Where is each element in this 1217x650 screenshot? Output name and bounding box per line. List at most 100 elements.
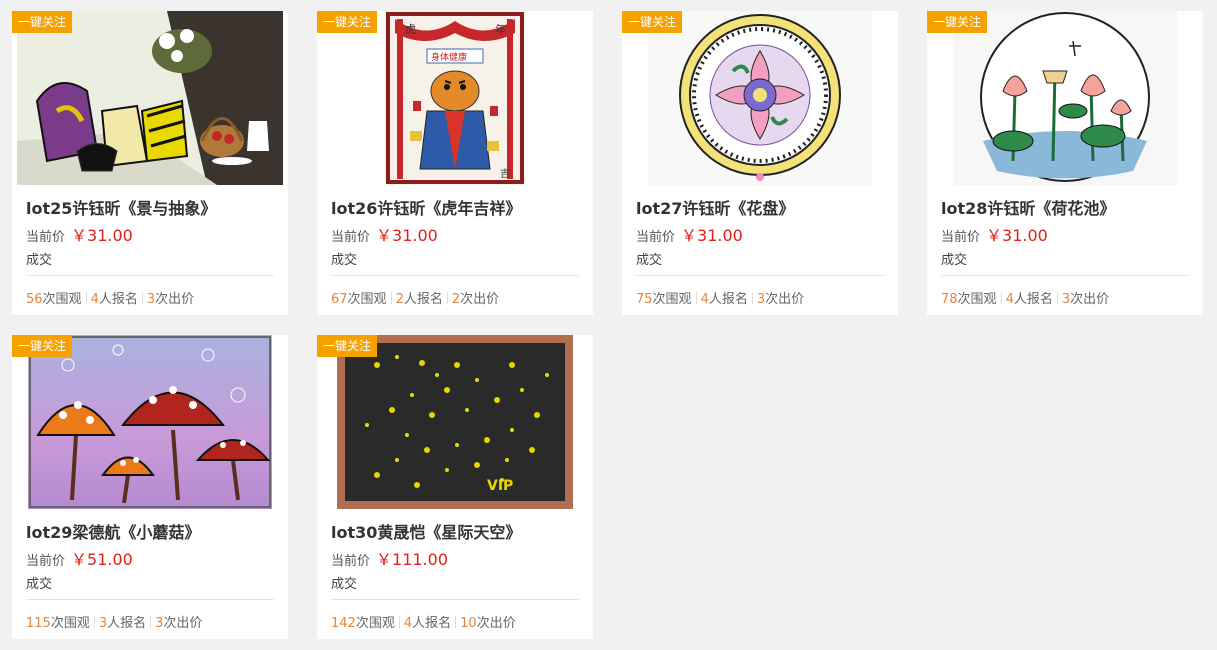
views-label: 次围观 [42,292,82,307]
lot-stats: 78次围观 4人报名 3次出价 [941,288,1109,307]
lot-title[interactable]: lot26许钰昕《虎年吉祥》 [331,195,521,219]
views-label: 次围观 [652,292,692,307]
stat-separator [1000,292,1002,304]
stat-separator [455,616,457,628]
bids-label: 次出价 [1070,292,1110,307]
follow-badge[interactable]: 一键关注 [622,11,683,33]
bids-label: 次出价 [155,292,195,307]
still-life-artwork [17,11,283,185]
lot-image[interactable] [927,11,1203,185]
stat-separator [85,292,87,304]
tiger-artwork: 虎 年 身体健康 吉 [385,11,525,185]
divider [331,275,579,276]
lot-card[interactable]: 一键关注 lot29梁德航《小蘑菇》 当前价 ￥51.00 成交 115次围观 3人… [12,335,288,639]
views-count: 142 [331,616,356,631]
bids-label: 次出价 [163,616,203,631]
bids-label: 次出价 [765,292,805,307]
stat-separator [446,292,448,304]
bids-label: 次出价 [460,292,500,307]
signups-count: 4 [1005,292,1014,307]
views-label: 次围观 [355,616,395,631]
follow-badge[interactable]: 一键关注 [317,335,378,357]
stat-separator [93,616,95,628]
divider [26,275,274,276]
current-price: ￥111.00 [376,550,449,569]
art-text: VIP [487,478,513,494]
lot-image[interactable]: 虎 年 身体健康 吉 [317,11,593,185]
lot-title[interactable]: lot27许钰昕《花盘》 [636,195,794,219]
bids-count: 10 [460,616,477,631]
views-count: 67 [331,292,348,307]
lot-stats: 115次围观 3人报名 3次出价 [26,612,202,631]
lot-card[interactable]: 虎 年 身体健康 吉 一键关注 lot26许钰昕《虎年吉祥》 当前价 ￥31.00… [317,11,593,315]
mushroom-artwork [28,335,272,509]
price-prefix: 当前价 [26,554,66,569]
starry-sky-artwork: VIP [337,335,573,509]
lot-image[interactable] [12,335,288,509]
status-text: 成交 [26,577,53,592]
status-text: 成交 [636,253,663,268]
bids-count: 3 [756,292,766,307]
lot-title[interactable]: lot28许钰昕《荷花池》 [941,195,1115,219]
stat-separator [398,616,400,628]
lot-card[interactable]: 一键关注 lot27许钰昕《花盘》 当前价 ￥31.00 成交 75次围观 4人报名… [622,11,898,315]
lot-stats: 75次围观 4人报名 3次出价 [636,288,804,307]
signups-label: 人报名 [708,292,748,307]
art-text: 虎 [405,23,416,36]
views-count: 56 [26,292,43,307]
views-count: 78 [941,292,958,307]
lot-stats: 142次围观 4人报名 10次出价 [331,612,516,631]
current-price: ￥31.00 [376,226,438,245]
lot-title[interactable]: lot29梁德航《小蘑菇》 [26,519,200,543]
price-prefix: 当前价 [26,230,66,245]
follow-badge[interactable]: 一键关注 [927,11,988,33]
lot-title[interactable]: lot25许钰昕《景与抽象》 [26,195,216,219]
signups-label: 人报名 [98,292,138,307]
signups-count: 2 [395,292,404,307]
art-text: 吉 [500,168,510,180]
signups-count: 3 [98,616,108,631]
status-text: 成交 [331,577,358,592]
price-prefix: 当前价 [941,230,981,245]
signups-label: 人报名 [1013,292,1053,307]
bids-label: 次出价 [476,616,516,631]
stat-separator [141,292,143,304]
current-price: ￥31.00 [986,226,1048,245]
current-price: ￥31.00 [71,226,133,245]
price-prefix: 当前价 [636,230,676,245]
views-count: 115 [26,616,51,631]
lot-image[interactable] [12,11,288,185]
follow-badge[interactable]: 一键关注 [317,11,378,33]
signups-label: 人报名 [412,616,452,631]
price-prefix: 当前价 [331,230,371,245]
price-row: 当前价 ￥31.00 [331,222,438,246]
lot-image[interactable]: VIP [317,335,593,509]
stat-separator [751,292,753,304]
bids-count: 3 [1061,292,1071,307]
views-count: 75 [636,292,653,307]
divider [26,599,274,600]
flower-plate-artwork [648,11,872,185]
lot-card[interactable]: 一键关注 lot28许钰昕《荷花池》 当前价 ￥31.00 成交 78次围观 4人报… [927,11,1203,315]
bids-count: 3 [146,292,156,307]
follow-badge[interactable]: 一键关注 [12,11,73,33]
signups-count: 4 [403,616,413,631]
lot-image[interactable] [622,11,898,185]
art-text: 身体健康 [431,51,467,63]
price-row: 当前价 ￥111.00 [331,546,448,570]
divider [331,599,579,600]
signups-count: 4 [90,292,99,307]
divider [941,275,1189,276]
lot-title[interactable]: lot30黄晟恺《星际天空》 [331,519,521,543]
bids-count: 2 [451,292,461,307]
lot-card[interactable]: 一键关注 lot25许钰昕《景与抽象》 当前价 ￥31.00 成交 56次围观 4人… [12,11,288,315]
price-row: 当前价 ￥31.00 [941,222,1048,246]
stat-separator [390,292,392,304]
stat-separator [150,616,152,628]
lot-card[interactable]: VIP 一键关注 lot30黄晟恺《星际天空》 当前价 ￥111.00 成交 14… [317,335,593,639]
signups-label: 人报名 [403,292,443,307]
stat-separator [1056,292,1058,304]
price-row: 当前价 ￥51.00 [26,546,133,570]
follow-badge[interactable]: 一键关注 [12,335,73,357]
status-text: 成交 [26,253,53,268]
